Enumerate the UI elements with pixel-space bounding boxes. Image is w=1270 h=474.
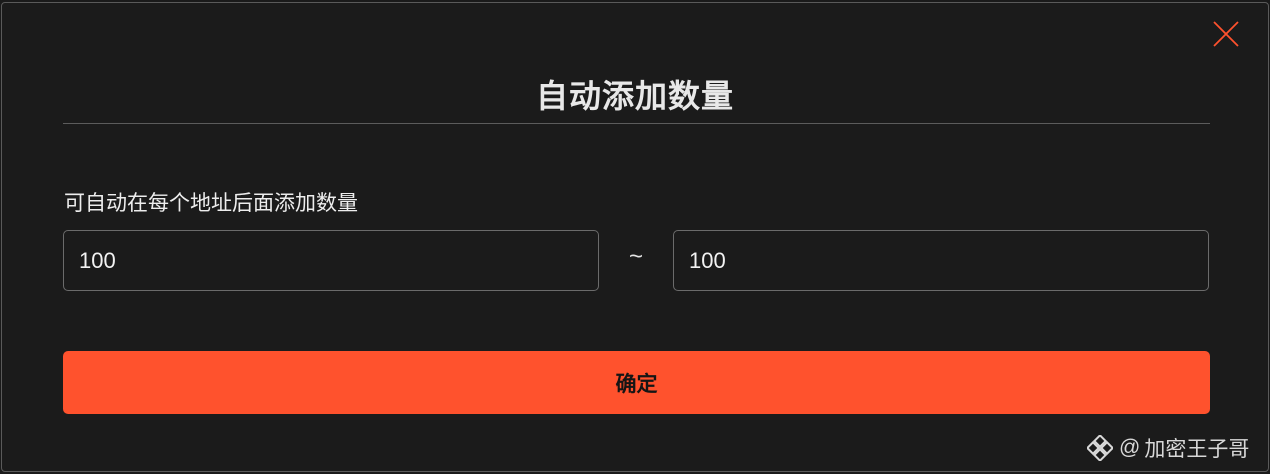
auto-add-quantity-dialog: 自动添加数量 可自动在每个地址后面添加数量 ~ 确定 @ 加密王子哥 [1,2,1269,472]
dialog-title: 自动添加数量 [535,77,734,115]
max-quantity-input[interactable] [673,230,1209,291]
watermark: @ 加密王子哥 [1087,433,1249,463]
watermark-author: 加密王子哥 [1144,437,1250,461]
confirm-button[interactable]: 确定 [63,351,1210,414]
title-divider [63,123,1210,124]
diamond-logo-icon [1087,435,1113,461]
watermark-at: @ [1119,436,1141,459]
range-separator: ~ [628,243,643,270]
description-label: 可自动在每个地址后面添加数量 [64,191,358,215]
close-icon [1213,21,1239,47]
close-button[interactable] [1208,16,1244,52]
min-quantity-input[interactable] [63,230,599,291]
